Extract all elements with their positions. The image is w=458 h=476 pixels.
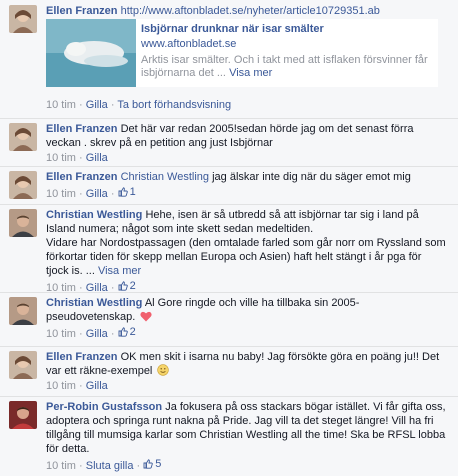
avatar[interactable] <box>9 351 37 379</box>
preview-domain[interactable]: www.aftonbladet.se <box>141 37 432 51</box>
comment-item: Per-Robin Gustafsson Ja fokusera på oss … <box>0 396 458 476</box>
comment-author[interactable]: Christian Westling <box>46 209 142 221</box>
thumbs-up-icon <box>118 187 128 197</box>
see-more-link[interactable]: Visa mer <box>98 265 141 277</box>
smiley-emoji-icon <box>157 364 170 376</box>
mention-link[interactable]: Christian Westling <box>121 171 209 183</box>
like-count-value: 2 <box>129 326 136 338</box>
like-button[interactable]: Gilla <box>86 152 108 164</box>
comment-author[interactable]: Christian Westling <box>46 297 142 309</box>
comment-content: Ellen Franzen Christian Westling jag äls… <box>46 170 446 201</box>
comment-meta: 10 tim · Sluta gilla · 5 <box>46 457 162 472</box>
preview-description: Arktis isar smälter. Och i takt med att … <box>141 54 432 80</box>
thumbs-up-icon <box>118 327 128 337</box>
like-count[interactable]: 2 <box>118 325 136 339</box>
comment-author[interactable]: Ellen Franzen <box>46 5 118 17</box>
comment-meta: 10 tim · Gilla · 2 <box>46 325 136 340</box>
comment-url[interactable]: http://www.aftonbladet.se/nyheter/articl… <box>121 5 380 17</box>
comment-text-continued: Vidare har Nordostpassagen (den omtalade… <box>46 236 446 278</box>
preview-desc-text: Arktis isar smälter. Och i takt med att … <box>141 54 428 79</box>
comment-feed: Ellen Franzen http://www.aftonbladet.se/… <box>0 0 458 476</box>
avatar[interactable] <box>9 171 37 199</box>
like-button[interactable]: Gilla <box>86 380 108 392</box>
comment-author[interactable]: Ellen Franzen <box>46 171 118 183</box>
avatar[interactable] <box>9 297 37 325</box>
like-count-value: 1 <box>129 186 136 198</box>
preview-title[interactable]: Isbjörnar drunknar när isar smälter <box>141 22 432 36</box>
comment-item: Christian Westling Al Gore ringde och vi… <box>0 292 458 347</box>
comment-meta: 10 tim · Gilla <box>46 152 108 164</box>
comment-author[interactable]: Ellen Franzen <box>46 123 118 135</box>
comment-meta: 10 tim · Gilla · 1 <box>46 185 136 200</box>
avatar[interactable] <box>9 123 37 151</box>
comment-author[interactable]: Per-Robin Gustafsson <box>46 401 162 413</box>
comment-item: Ellen Franzen Det här var redan 2005!sed… <box>0 118 458 167</box>
comment-time[interactable]: 10 tim <box>46 188 76 200</box>
comment-time[interactable]: 10 tim <box>46 328 76 340</box>
comment-time[interactable]: 10 tim <box>46 380 76 392</box>
unlike-button[interactable]: Sluta gilla <box>86 460 134 472</box>
comment-item: Ellen Franzen OK men skit i isarna nu ba… <box>0 346 458 397</box>
thumbs-up-icon <box>118 281 128 291</box>
like-count[interactable]: 5 <box>143 457 161 471</box>
like-count-value: 2 <box>129 280 136 292</box>
see-more-link[interactable]: Visa mer <box>229 67 272 79</box>
comment-meta: 10 tim · Gilla · Ta bort förhandsvisning <box>46 99 232 111</box>
comment-content: Christian Westling Al Gore ringde och vi… <box>46 296 446 341</box>
comment-item: Ellen Franzen Christian Westling jag äls… <box>0 166 458 205</box>
comment-content: Per-Robin Gustafsson Ja fokusera på oss … <box>46 400 446 473</box>
comment-content: Ellen Franzen Det här var redan 2005!sed… <box>46 122 446 165</box>
comment-time[interactable]: 10 tim <box>46 460 76 472</box>
like-count[interactable]: 1 <box>118 185 136 199</box>
preview-image[interactable] <box>46 19 136 87</box>
preview-text: Isbjörnar drunknar när isar smälter www.… <box>141 22 432 80</box>
comment-time[interactable]: 10 tim <box>46 152 76 164</box>
remove-preview-button[interactable]: Ta bort förhandsvisning <box>117 99 231 111</box>
avatar[interactable] <box>9 209 37 237</box>
comment-item: Ellen Franzen http://www.aftonbladet.se/… <box>0 0 458 119</box>
like-count[interactable]: 2 <box>118 279 136 293</box>
thumbs-up-icon <box>143 459 154 469</box>
avatar[interactable] <box>9 5 37 33</box>
avatar[interactable] <box>9 401 37 429</box>
comment-content: Ellen Franzen OK men skit i isarna nu ba… <box>46 350 446 393</box>
comment-content: Ellen Franzen http://www.aftonbladet.se/… <box>46 4 446 18</box>
comment-content: Christian Westling Hehe, isen är så utbr… <box>46 208 446 295</box>
like-button[interactable]: Gilla <box>86 99 108 111</box>
like-count-value: 5 <box>155 458 162 470</box>
comment-time[interactable]: 10 tim <box>46 99 76 111</box>
link-preview[interactable]: Isbjörnar drunknar när isar smälter www.… <box>46 19 438 87</box>
comment-author[interactable]: Ellen Franzen <box>46 351 118 363</box>
comment-meta: 10 tim · Gilla <box>46 380 108 392</box>
comment-text: jag älskar inte dig när du säger emot mi… <box>209 171 411 183</box>
comment-item: Christian Westling Hehe, isen är så utbr… <box>0 204 458 295</box>
like-button[interactable]: Gilla <box>86 188 108 200</box>
like-button[interactable]: Gilla <box>86 328 108 340</box>
heart-emoji-icon <box>140 311 152 322</box>
